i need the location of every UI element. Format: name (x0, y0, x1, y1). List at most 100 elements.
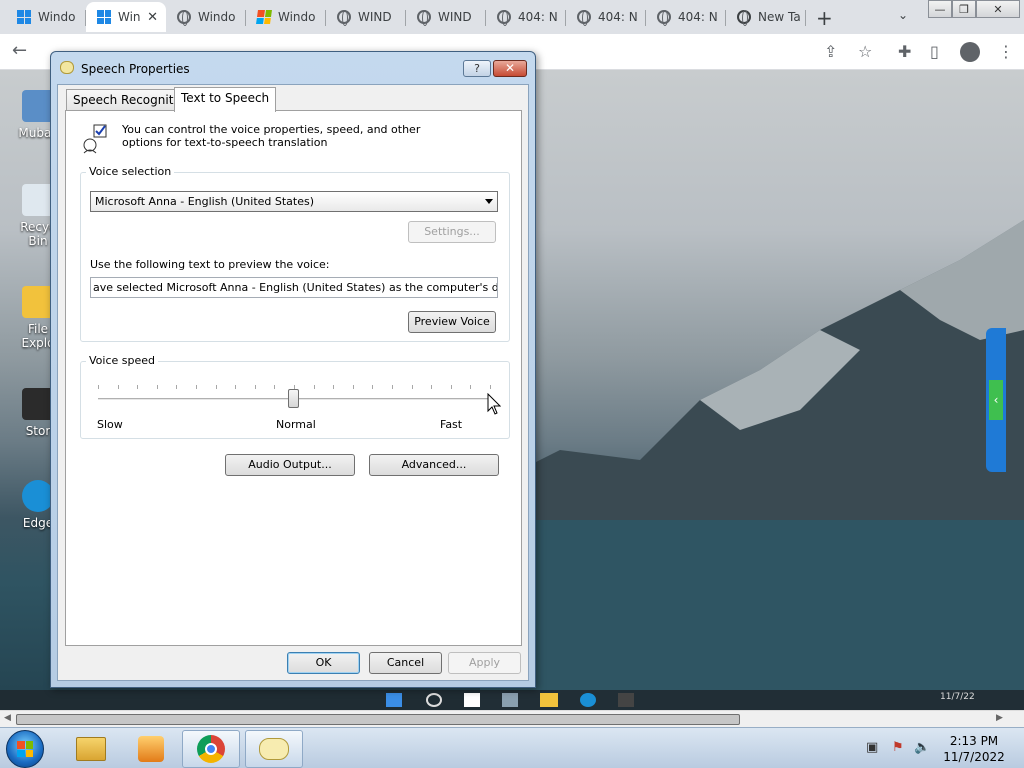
browser-tab[interactable]: Windo (246, 2, 326, 32)
more-menu-icon[interactable]: ⋮ (998, 42, 1014, 61)
scroll-left-arrow-icon[interactable]: ◀ (4, 713, 11, 723)
help-button[interactable]: ? (463, 60, 491, 77)
scroll-right-arrow-icon[interactable]: ▶ (996, 713, 1003, 723)
windows-xp-icon (256, 9, 272, 25)
speech-properties-icon (83, 124, 107, 154)
tab-label: Windo (278, 10, 316, 24)
tab-label: New Ta (758, 10, 801, 24)
slider-tick (196, 385, 197, 389)
tab-label: 404: N (518, 10, 558, 24)
browser-tab[interactable]: 404: N (646, 2, 726, 32)
windows-start-icon[interactable] (386, 693, 402, 707)
file-explorer-icon[interactable] (540, 693, 558, 707)
voice-select[interactable]: Microsoft Anna - English (United States) (90, 191, 498, 212)
settings-button[interactable]: Settings... (408, 221, 496, 243)
taskbar-clock[interactable]: 2:13 PM 11/7/2022 (930, 733, 1018, 765)
advanced-button[interactable]: Advanced... (369, 454, 499, 476)
minimize-button[interactable]: — (928, 0, 952, 18)
slider-tick (314, 385, 315, 389)
ok-button[interactable]: OK (287, 652, 360, 674)
globe-icon (416, 9, 432, 26)
media-player-icon (138, 736, 164, 762)
close-button[interactable]: ✕ (493, 60, 527, 77)
chevron-left-icon[interactable]: ‹ (989, 380, 1003, 420)
side-widget-panel[interactable]: ‹ (986, 328, 1006, 472)
share-icon[interactable]: ⇪ (824, 42, 837, 61)
preview-text-input[interactable]: ave selected Microsoft Anna - English (U… (90, 277, 498, 298)
bookmark-star-icon[interactable]: ☆ (858, 42, 872, 61)
side-panel-icon[interactable]: ▯ (930, 42, 939, 61)
extensions-puzzle-icon[interactable]: ✚ (898, 42, 911, 61)
voice-selection-label: Voice selection (86, 165, 175, 178)
slider-tick (333, 385, 334, 389)
start-button[interactable] (6, 730, 44, 768)
clock-date: 11/7/2022 (943, 750, 1005, 764)
tab-close-icon[interactable]: ✕ (147, 10, 158, 25)
chrome-icon (197, 735, 225, 763)
browser-tab[interactable]: New Ta (726, 2, 806, 32)
inner-clock: 11/7/22 (940, 692, 975, 702)
globe-icon (656, 9, 672, 26)
browser-tab[interactable]: Windo (6, 2, 86, 32)
taskbar-explorer-button[interactable] (62, 730, 120, 768)
slider-tick (235, 385, 236, 389)
windows-icon (16, 9, 32, 25)
slider-tick (157, 385, 158, 389)
tab-label: 404: N (598, 10, 638, 24)
browser-tab-strip: Windo Win ✕ Windo Windo WIND WIND 404: N… (0, 0, 1024, 34)
tab-label: 404: N (678, 10, 718, 24)
search-icon[interactable] (426, 693, 442, 707)
tab-label: WIND (438, 10, 472, 24)
new-tab-button[interactable]: + (816, 6, 833, 30)
dialog-title: Speech Properties (81, 62, 190, 76)
volume-icon[interactable]: 🔈 (914, 740, 930, 755)
audio-output-button[interactable]: Audio Output... (225, 454, 355, 476)
back-arrow-icon[interactable]: ← (12, 40, 27, 61)
chrome-icon (736, 9, 752, 26)
browser-tab[interactable]: WIND (326, 2, 406, 32)
action-center-flag-icon[interactable]: ⚑ (892, 740, 904, 755)
slider-tick (216, 385, 217, 389)
slider-tick (255, 385, 256, 389)
inner-taskbar: 11/7/22 (0, 690, 1024, 710)
browser-tab[interactable]: WIND (406, 2, 486, 32)
task-view-icon[interactable] (464, 693, 480, 707)
cancel-button[interactable]: Cancel (369, 652, 442, 674)
desktop-icon-label: Edge (22, 516, 54, 530)
store-icon[interactable] (618, 693, 634, 707)
edge-icon[interactable] (580, 693, 596, 707)
text-to-speech-panel: You can control the voice properties, sp… (65, 110, 522, 646)
slider-tick (98, 385, 99, 389)
slider-tick (451, 385, 452, 389)
profile-avatar-icon[interactable] (960, 42, 980, 62)
slider-tick (470, 385, 471, 389)
tab-search-chevron-icon[interactable]: ⌄ (898, 8, 908, 22)
browser-tab[interactable]: 404: N (566, 2, 646, 32)
maximize-button[interactable]: ❐ (952, 0, 976, 18)
slider-thumb[interactable] (288, 389, 299, 408)
browser-tab[interactable]: Windo (166, 2, 246, 32)
scrollbar-thumb[interactable] (16, 714, 740, 725)
network-icon[interactable]: ▣ (866, 740, 878, 755)
tab-text-to-speech[interactable]: Text to Speech (174, 87, 277, 112)
slider-tick (392, 385, 393, 389)
slider-tick (137, 385, 138, 389)
taskbar-speech-properties-button[interactable] (245, 730, 303, 768)
browser-tab-active[interactable]: Win ✕ (86, 2, 166, 32)
window-close-button[interactable]: ✕ (976, 0, 1020, 18)
horizontal-scrollbar[interactable]: ◀ ▶ (0, 710, 1024, 727)
speech-bubble-icon (259, 738, 289, 760)
preview-voice-button[interactable]: Preview Voice (408, 311, 496, 333)
globe-icon (336, 9, 352, 26)
chevron-down-icon[interactable] (485, 199, 493, 204)
browser-tab[interactable]: 404: N (486, 2, 566, 32)
dialog-body: Speech Recognition Text to Speech You ca… (57, 84, 529, 681)
speech-bubble-icon (60, 61, 74, 74)
settings-gear-icon[interactable] (502, 693, 518, 707)
tab-label: Windo (38, 10, 76, 24)
apply-button[interactable]: Apply (448, 652, 521, 674)
host-taskbar: ▣ ⚑ 🔈 2:13 PM 11/7/2022 (0, 727, 1024, 768)
taskbar-media-player-button[interactable] (122, 730, 180, 768)
taskbar-chrome-button[interactable] (182, 730, 240, 768)
mouse-pointer-icon (487, 393, 501, 415)
